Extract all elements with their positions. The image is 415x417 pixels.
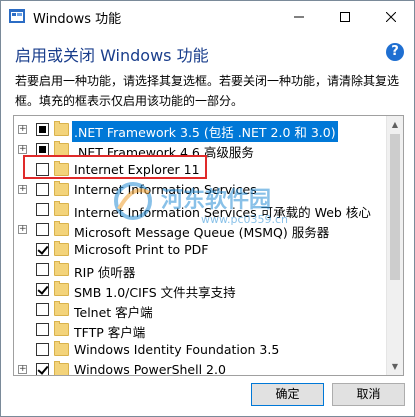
expand-icon[interactable]: + — [18, 145, 27, 154]
feature-row[interactable]: + .NET Framework 4.6 高级服务 — [14, 140, 384, 160]
title-bar[interactable]: Windows 功能 — [1, 1, 414, 32]
feature-checkbox[interactable] — [36, 163, 49, 176]
feature-row[interactable]: SMB 1.0/CIFS 文件共享支持 — [14, 280, 384, 300]
folder-icon — [54, 201, 69, 216]
feature-row[interactable]: Microsoft Print to PDF — [14, 240, 384, 260]
dialog-description: 若要启用一种功能，请选择其复选框。若要关闭一种功能，请清除其复选框。填充的框表示… — [15, 74, 400, 108]
feature-label[interactable]: Windows PowerShell 2.0 — [72, 361, 228, 375]
feature-label[interactable]: Internet Information Services — [72, 181, 259, 198]
minimize-button[interactable] — [276, 1, 322, 32]
feature-label[interactable]: Internet Explorer 11 — [72, 161, 202, 178]
folder-icon — [54, 181, 69, 196]
expand-icon[interactable]: + — [18, 365, 27, 374]
feature-label[interactable]: Windows Identity Foundation 3.5 — [72, 341, 281, 358]
feature-label[interactable]: TFTP 客户端 — [72, 321, 147, 342]
cancel-button[interactable]: 取消 — [332, 383, 405, 406]
feature-label[interactable]: Telnet 客户端 — [72, 301, 155, 322]
windows-features-dialog: Windows 功能 启用或关闭 Windows 功能 ? 若要启用一种功能，请… — [0, 0, 415, 417]
feature-label[interactable]: RIP 侦听器 — [72, 261, 137, 282]
expand-icon[interactable]: + — [18, 125, 27, 134]
feature-label[interactable]: Microsoft Message Queue (MSMQ) 服务器 — [72, 221, 331, 242]
folder-icon — [54, 261, 69, 276]
maximize-button[interactable] — [322, 1, 368, 32]
folder-icon — [54, 241, 69, 256]
folder-icon — [54, 321, 69, 336]
feature-checkbox[interactable] — [36, 223, 49, 236]
feature-row[interactable]: TFTP 客户端 — [14, 320, 384, 340]
feature-checkbox[interactable] — [36, 343, 49, 356]
window-title: Windows 功能 — [33, 12, 122, 27]
feature-checkbox[interactable] — [36, 283, 49, 296]
expand-icon[interactable]: + — [18, 185, 27, 194]
minimize-icon — [294, 16, 304, 17]
feature-row[interactable]: RIP 侦听器 — [14, 260, 384, 280]
feature-label[interactable]: .NET Framework 3.5 (包括 .NET 2.0 和 3.0) — [72, 121, 338, 142]
feature-label[interactable]: .NET Framework 4.6 高级服务 — [72, 141, 256, 162]
help-icon[interactable]: ? — [386, 43, 404, 61]
feature-row[interactable]: Internet Explorer 11 — [14, 160, 384, 180]
feature-checkbox[interactable] — [36, 123, 49, 136]
scroll-up-icon[interactable]: ▲ — [387, 116, 403, 133]
feature-checkbox[interactable] — [36, 183, 49, 196]
maximize-icon — [340, 11, 350, 22]
feature-checkbox[interactable] — [36, 363, 49, 375]
feature-checkbox[interactable] — [36, 263, 49, 276]
folder-icon — [54, 221, 69, 236]
feature-row[interactable]: + Windows PowerShell 2.0 — [14, 360, 384, 375]
features-tree[interactable]: + .NET Framework 3.5 (包括 .NET 2.0 和 3.0) +… — [13, 115, 404, 376]
folder-icon — [54, 301, 69, 316]
feature-checkbox[interactable] — [36, 203, 49, 216]
folder-icon — [54, 341, 69, 356]
feature-label[interactable]: Microsoft Print to PDF — [72, 241, 210, 258]
feature-label[interactable]: Internet Information Services 可承载的 Web 核… — [72, 201, 373, 222]
feature-row[interactable]: Telnet 客户端 — [14, 300, 384, 320]
close-button[interactable] — [368, 1, 414, 32]
ok-button[interactable]: 确定 — [251, 383, 324, 406]
folder-icon — [54, 161, 69, 176]
scroll-down-icon[interactable]: ▼ — [387, 358, 403, 375]
expand-icon[interactable]: + — [18, 225, 27, 234]
feature-label[interactable]: SMB 1.0/CIFS 文件共享支持 — [72, 281, 238, 302]
feature-row[interactable]: + Microsoft Message Queue (MSMQ) 服务器 — [14, 220, 384, 240]
close-icon — [386, 11, 396, 22]
feature-checkbox[interactable] — [36, 303, 49, 316]
feature-checkbox[interactable] — [36, 243, 49, 256]
feature-checkbox[interactable] — [36, 143, 49, 156]
folder-icon — [54, 121, 69, 136]
scroll-thumb[interactable] — [390, 134, 400, 280]
feature-row[interactable]: Windows Identity Foundation 3.5 — [14, 340, 384, 360]
feature-row[interactable]: Internet Information Services 可承载的 Web 核… — [14, 200, 384, 220]
folder-icon — [54, 361, 69, 375]
folder-icon — [54, 141, 69, 156]
windows-features-app-icon — [9, 9, 25, 23]
feature-row[interactable]: + Internet Information Services — [14, 180, 384, 200]
dialog-heading: 启用或关闭 Windows 功能 — [15, 46, 209, 65]
vertical-scrollbar[interactable]: ▲ ▼ — [386, 116, 403, 375]
folder-icon — [54, 281, 69, 296]
feature-checkbox[interactable] — [36, 323, 49, 336]
feature-row[interactable]: + .NET Framework 3.5 (包括 .NET 2.0 和 3.0) — [14, 120, 384, 142]
